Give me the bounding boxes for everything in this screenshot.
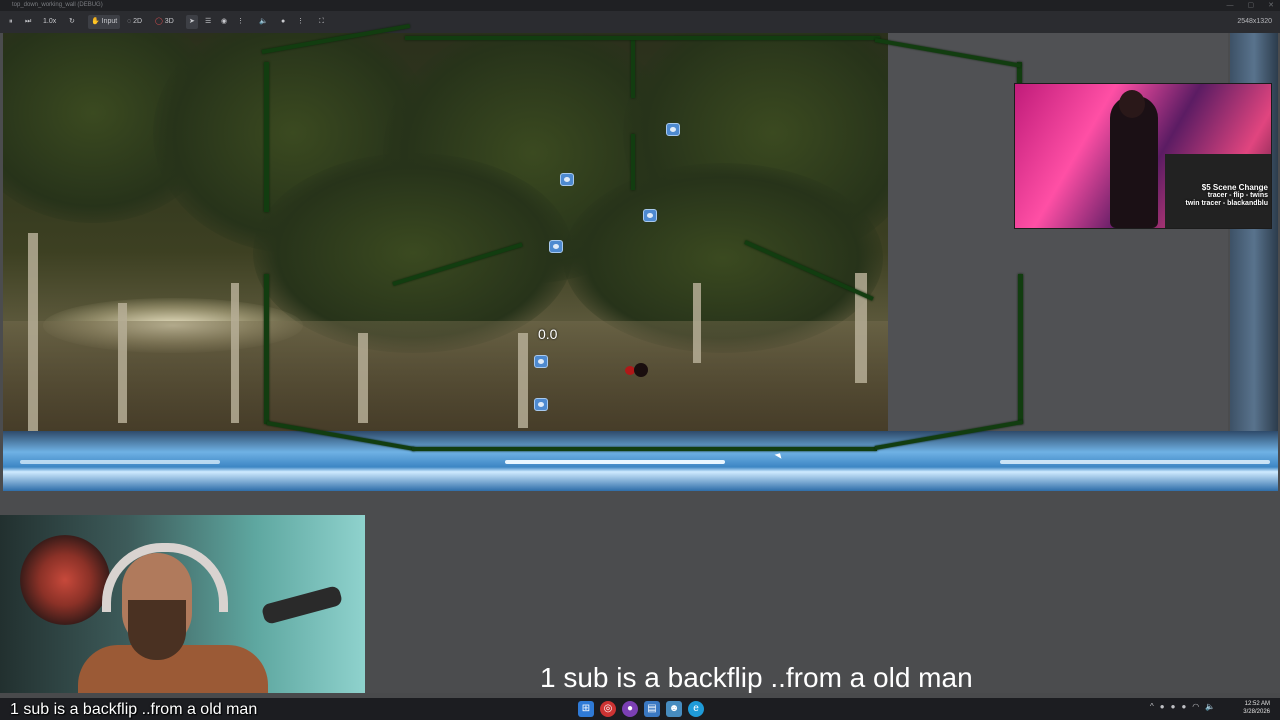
wall-segment	[631, 38, 635, 98]
app-icon[interactable]: ●	[622, 701, 638, 717]
floor-highlight	[20, 460, 220, 464]
overlay-line: $5 Scene Change	[1201, 183, 1268, 192]
godot-icon[interactable]: ☻	[666, 701, 682, 717]
close-icon[interactable]: ✕	[1268, 0, 1274, 11]
godot-enemy-icon	[666, 123, 680, 136]
2d-label: 2D	[133, 18, 143, 25]
clock-time: 12:52 AM	[1244, 701, 1270, 707]
player-character	[625, 363, 649, 377]
windows-start-icon[interactable]: ⊞	[578, 701, 594, 717]
visibility-icon[interactable]: ◉	[218, 15, 230, 29]
fullscreen-icon[interactable]: ⛶	[316, 15, 327, 29]
microphone	[260, 584, 344, 626]
list-icon[interactable]: ☰	[202, 15, 214, 29]
wifi-icon[interactable]: ◠	[1192, 702, 1199, 711]
more-icon[interactable]: ⋮	[234, 15, 247, 29]
godot-enemy-icon	[534, 398, 548, 411]
audio-icon[interactable]: 🔈	[256, 15, 271, 29]
facecam-caption: 1 sub is a backflip ..from a old man	[10, 701, 258, 718]
app-tray-icon[interactable]: ●	[1160, 702, 1165, 711]
input-toggle[interactable]: ✋ Input	[88, 15, 121, 29]
pause-icon[interactable]: ⏸	[6, 15, 16, 29]
system-tray: ^ ● ● ● ◠ 🔈	[1150, 702, 1215, 711]
wall-segment	[412, 447, 877, 451]
options-icon[interactable]: ⋮	[294, 15, 307, 29]
app-tray-icon[interactable]: ●	[1171, 702, 1176, 711]
window-titlebar: top_down_working_wall (DEBUG) — ▢ ✕	[0, 0, 1280, 11]
wall-segment	[405, 36, 880, 40]
wall-segment	[264, 274, 269, 424]
window-title: top_down_working_wall (DEBUG)	[12, 2, 103, 8]
camera-icon[interactable]: ●	[278, 15, 288, 29]
clock-date: 3/28/2026	[1243, 709, 1270, 715]
floor-highlight	[1000, 460, 1270, 464]
input-label: Input	[101, 18, 118, 25]
explorer-icon[interactable]: ▤	[644, 701, 660, 717]
headphones	[102, 543, 228, 612]
select-icon[interactable]: ➤	[186, 15, 198, 29]
chrome-icon[interactable]: ◎	[600, 701, 616, 717]
scene-change-overlay: $5 Scene Change tracer - flip - twins tw…	[1186, 184, 1268, 208]
streamer-webcam-overlay: $5 Scene Change tracer - flip - twins tw…	[1014, 83, 1272, 229]
facecam	[0, 515, 365, 693]
godot-enemy-icon	[534, 355, 548, 368]
overlay-line: twin tracer - blackandblu	[1185, 200, 1268, 207]
godot-enemy-icon	[560, 173, 574, 186]
wall-segment	[1018, 274, 1023, 424]
minimize-icon[interactable]: —	[1227, 0, 1234, 11]
3d-toggle[interactable]: ◯ 3D	[152, 15, 177, 29]
stream-caption: 1 sub is a backflip ..from a old man	[540, 662, 973, 693]
chevron-up-icon[interactable]: ^	[1150, 702, 1154, 711]
floor-highlight	[505, 460, 725, 464]
app-tray-icon[interactable]: ●	[1181, 702, 1186, 711]
debug-toolbar: ⏸ ⏭ 1.0x ↻ ✋ Input ◌ 2D ◯ 3D ➤ ☰ ◉ ⋮ 🔈 ●…	[0, 11, 1280, 33]
2d-toggle[interactable]: ◌ 2D	[124, 15, 145, 29]
wall-segment	[264, 62, 269, 212]
speed-button[interactable]: 1.0x	[40, 15, 59, 29]
score-label: 0.0	[538, 326, 558, 342]
resolution-label: 2548x1320	[1237, 18, 1272, 25]
overlay-line: tracer - flip - twins	[1207, 192, 1268, 199]
edge-icon[interactable]: e	[688, 701, 704, 717]
godot-enemy-icon	[549, 240, 563, 253]
volume-icon[interactable]: 🔈	[1205, 702, 1215, 711]
forest-backdrop	[3, 33, 888, 431]
maximize-icon[interactable]: ▢	[1248, 0, 1255, 11]
wall-segment	[631, 134, 635, 190]
3d-label: 3D	[164, 18, 174, 25]
godot-enemy-icon	[643, 209, 657, 222]
reset-icon[interactable]: ↻	[66, 15, 78, 29]
next-frame-icon[interactable]: ⏭	[22, 15, 34, 29]
system-clock[interactable]: 12:52 AM 3/28/2026	[1243, 700, 1270, 716]
